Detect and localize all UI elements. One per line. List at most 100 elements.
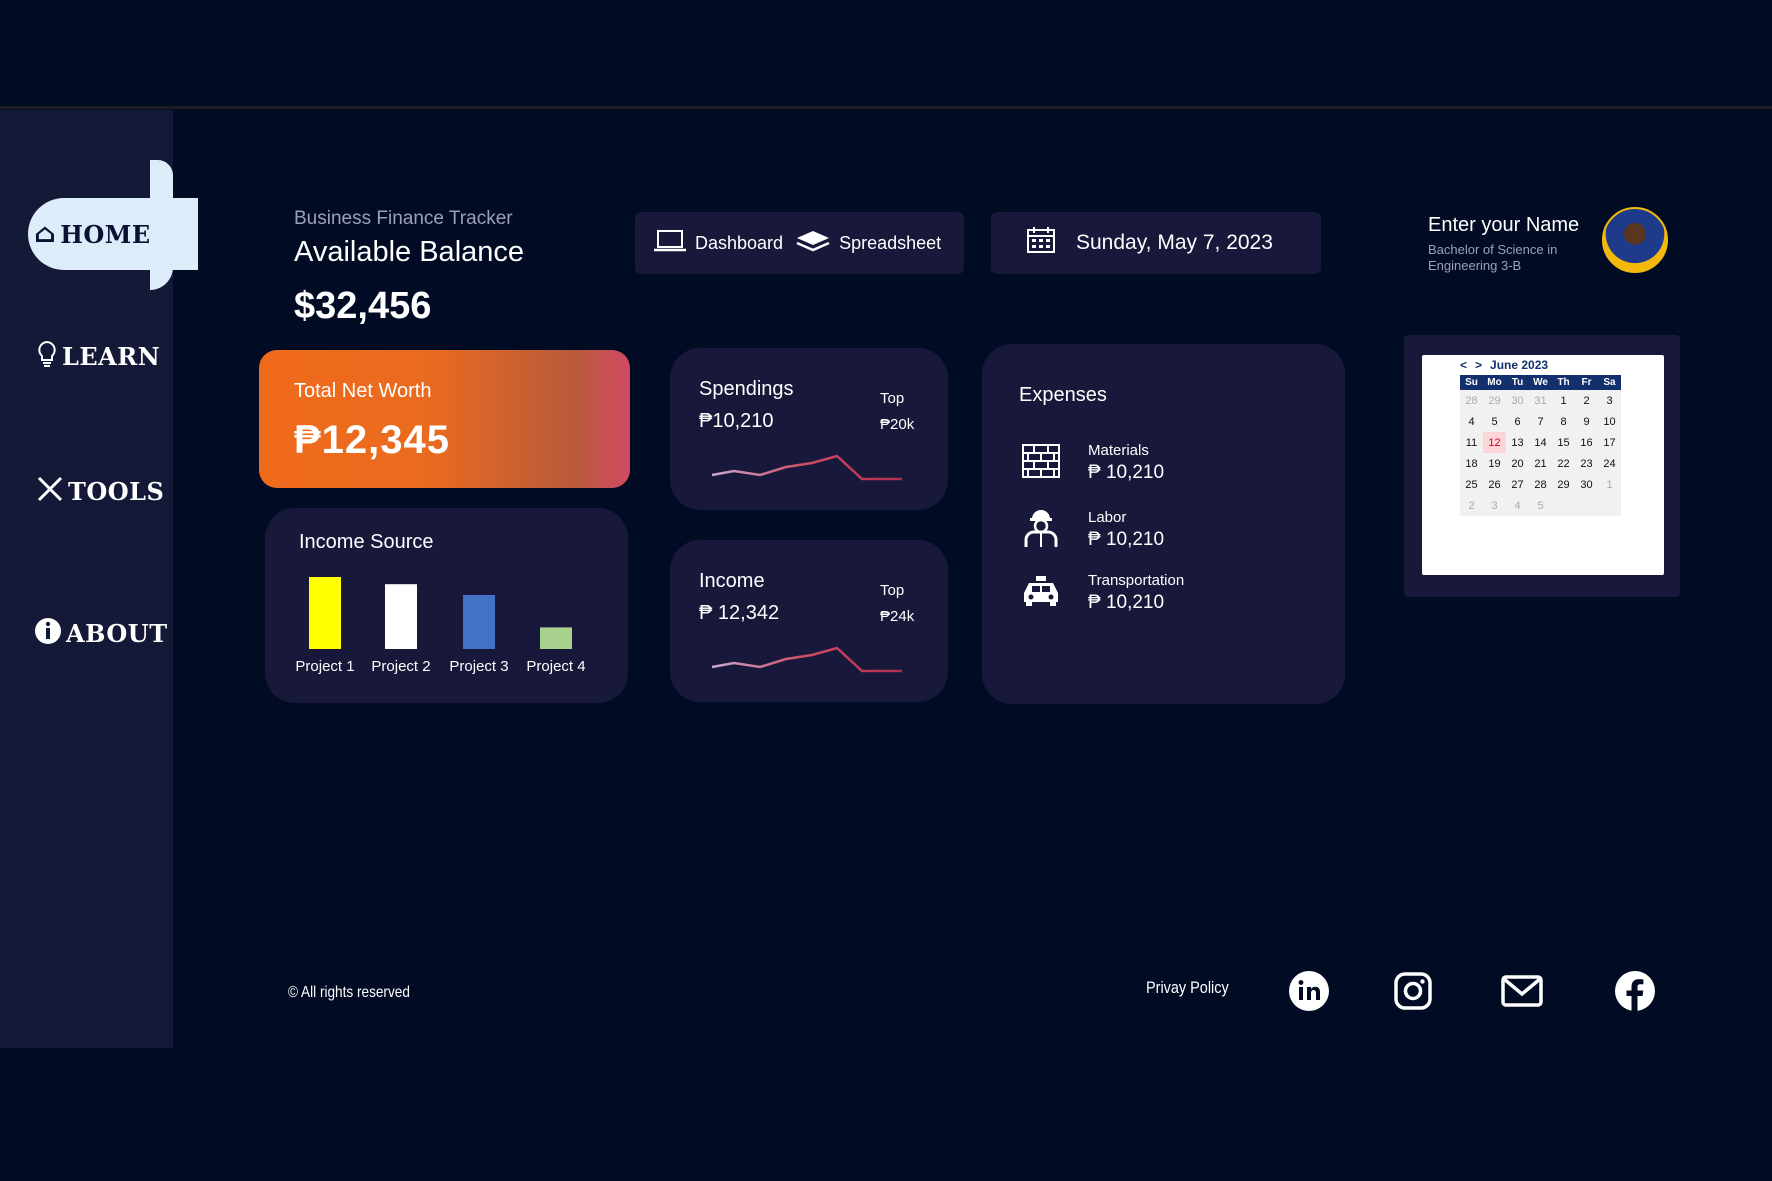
expenses-title: Expenses bbox=[1019, 384, 1107, 406]
spendings-value: ₱10,210 bbox=[699, 410, 774, 432]
calendar-day[interactable]: 3 bbox=[1483, 495, 1506, 516]
nav-about[interactable]: ABOUT bbox=[34, 617, 168, 650]
expense-item: Materials ₱ 10,210 bbox=[1022, 442, 1164, 484]
expense-value: ₱ 10,210 bbox=[1088, 528, 1165, 550]
calendar-day[interactable]: 10 bbox=[1598, 411, 1621, 432]
taxi-icon bbox=[1022, 575, 1060, 612]
tab-dashboard-label: Dashboard bbox=[695, 232, 784, 253]
mail-icon[interactable] bbox=[1500, 970, 1543, 1012]
nav-tools-label: TOOLS bbox=[68, 477, 165, 506]
calendar-day[interactable]: 22 bbox=[1552, 453, 1575, 474]
calendar-day[interactable]: 26 bbox=[1483, 474, 1506, 495]
nav-learn-label: LEARN bbox=[62, 342, 161, 371]
calendar-weekday: Sa bbox=[1598, 375, 1621, 390]
calendar-day[interactable]: 17 bbox=[1598, 432, 1621, 453]
calendar-day[interactable]: 20 bbox=[1506, 453, 1529, 474]
calendar-day[interactable]: 12 bbox=[1483, 432, 1506, 453]
income-sparkline bbox=[712, 646, 902, 673]
date-display: Sunday, May 7, 2023 bbox=[991, 212, 1321, 274]
income-bar-label: Project 3 bbox=[449, 658, 508, 675]
calendar-day[interactable]: 4 bbox=[1506, 495, 1529, 516]
calendar-day[interactable]: 23 bbox=[1575, 453, 1598, 474]
nav-learn[interactable]: LEARN bbox=[36, 340, 160, 373]
expense-name: Labor bbox=[1088, 508, 1127, 526]
linkedin-icon[interactable] bbox=[1288, 970, 1330, 1012]
calendar-day[interactable]: 2 bbox=[1575, 390, 1598, 411]
calendar-weekday: We bbox=[1529, 375, 1552, 390]
nav-tools[interactable]: TOOLS bbox=[36, 475, 164, 508]
tab-spreadsheet[interactable]: Spreadsheet bbox=[795, 229, 941, 258]
calendar-day[interactable]: 9 bbox=[1575, 411, 1598, 432]
calendar-day[interactable]: 30 bbox=[1575, 474, 1598, 495]
income-bar-label: Project 1 bbox=[295, 658, 354, 675]
calendar-day[interactable]: 30 bbox=[1506, 390, 1529, 411]
calendar-day[interactable]: 1 bbox=[1552, 390, 1575, 411]
calendar-month: June 2023 bbox=[1490, 358, 1549, 372]
calendar-day[interactable]: 1 bbox=[1598, 474, 1621, 495]
income-title: Income bbox=[699, 570, 765, 592]
income-bar bbox=[463, 595, 495, 649]
calendar-widget: < > June 2023 Su Mo Tu We Th Fr Sa 28 29 30 31 1 2 3… bbox=[1404, 335, 1680, 597]
instagram-icon[interactable] bbox=[1392, 970, 1434, 1012]
lightbulb-icon bbox=[36, 340, 58, 373]
calendar-day[interactable]: 27 bbox=[1506, 474, 1529, 495]
calendar-grid: Su Mo Tu We Th Fr Sa 28 29 30 31 1 2 3 4 5 6 7 8 9 10 11 12 13… bbox=[1460, 375, 1621, 516]
home-icon: ⌂ bbox=[34, 219, 57, 249]
expenses-card: Expenses Materials ₱ 10,210 Labor ₱ 10,2… bbox=[982, 344, 1345, 704]
view-tabs: Dashboard Spreadsheet bbox=[635, 212, 964, 274]
calendar-day[interactable]: 5 bbox=[1529, 495, 1552, 516]
calendar-day[interactable]: 11 bbox=[1460, 432, 1483, 453]
expense-item: Transportation ₱ 10,210 bbox=[1022, 572, 1184, 614]
calendar-day[interactable]: 3 bbox=[1598, 390, 1621, 411]
privacy-policy-link[interactable]: Privay Policy bbox=[1146, 978, 1229, 998]
calendar-day[interactable]: 19 bbox=[1483, 453, 1506, 474]
income-bar bbox=[309, 577, 341, 649]
calendar-day[interactable]: 14 bbox=[1529, 432, 1552, 453]
calendar-day[interactable]: 16 bbox=[1575, 432, 1598, 453]
page-title: Available Balance bbox=[294, 236, 525, 268]
calendar-day[interactable]: 6 bbox=[1506, 411, 1529, 432]
expense-name: Materials bbox=[1088, 442, 1149, 459]
calendar-day[interactable]: 21 bbox=[1529, 453, 1552, 474]
balance-value: $32,456 bbox=[294, 285, 432, 327]
calendar-next-button[interactable]: > bbox=[1475, 358, 1482, 372]
calendar-day bbox=[1552, 495, 1575, 516]
calendar-day[interactable]: 18 bbox=[1460, 453, 1483, 474]
profile-name: Enter your Name bbox=[1428, 214, 1580, 236]
calendar-day[interactable]: 7 bbox=[1529, 411, 1552, 432]
tab-dashboard[interactable]: Dashboard bbox=[653, 229, 783, 258]
calendar-day[interactable]: 28 bbox=[1460, 390, 1483, 411]
avatar bbox=[1602, 207, 1668, 273]
nav-home[interactable]: ⌂ HOME bbox=[28, 198, 198, 270]
net-worth-value: ₱12,345 bbox=[294, 418, 451, 462]
spendings-top-value: ₱20k bbox=[880, 416, 915, 433]
calendar-day[interactable]: 15 bbox=[1552, 432, 1575, 453]
calendar-day[interactable]: 13 bbox=[1506, 432, 1529, 453]
tools-icon bbox=[36, 475, 64, 508]
calendar-day[interactable]: 25 bbox=[1460, 474, 1483, 495]
income-value: ₱ 12,342 bbox=[699, 602, 780, 624]
calendar-weekday: Fr bbox=[1575, 375, 1598, 390]
expense-item: Labor ₱ 10,210 bbox=[1022, 507, 1164, 552]
calendar-day[interactable]: 5 bbox=[1483, 411, 1506, 432]
calendar-day[interactable]: 2 bbox=[1460, 495, 1483, 516]
net-worth-card: Total Net Worth ₱12,345 bbox=[259, 350, 630, 488]
calendar-weekday: Tu bbox=[1506, 375, 1529, 390]
spendings-top-label: Top bbox=[880, 390, 905, 407]
calendar-day[interactable]: 24 bbox=[1598, 453, 1621, 474]
expense-value: ₱ 10,210 bbox=[1088, 462, 1165, 483]
calendar-prev-button[interactable]: < bbox=[1460, 358, 1467, 372]
tab-spreadsheet-label: Spreadsheet bbox=[839, 232, 942, 253]
calendar-day[interactable]: 31 bbox=[1529, 390, 1552, 411]
calendar-day[interactable]: 4 bbox=[1460, 411, 1483, 432]
expense-value: ₱ 10,210 bbox=[1088, 592, 1165, 613]
calendar-day[interactable]: 29 bbox=[1552, 474, 1575, 495]
expense-name: Transportation bbox=[1088, 572, 1185, 589]
income-bar bbox=[540, 627, 572, 649]
spendings-card: Spendings ₱10,210 Top ₱20k bbox=[670, 348, 948, 510]
calendar-day[interactable]: 28 bbox=[1529, 474, 1552, 495]
facebook-icon[interactable] bbox=[1614, 970, 1656, 1012]
spendings-title: Spendings bbox=[699, 378, 794, 400]
calendar-day[interactable]: 8 bbox=[1552, 411, 1575, 432]
calendar-day[interactable]: 29 bbox=[1483, 390, 1506, 411]
